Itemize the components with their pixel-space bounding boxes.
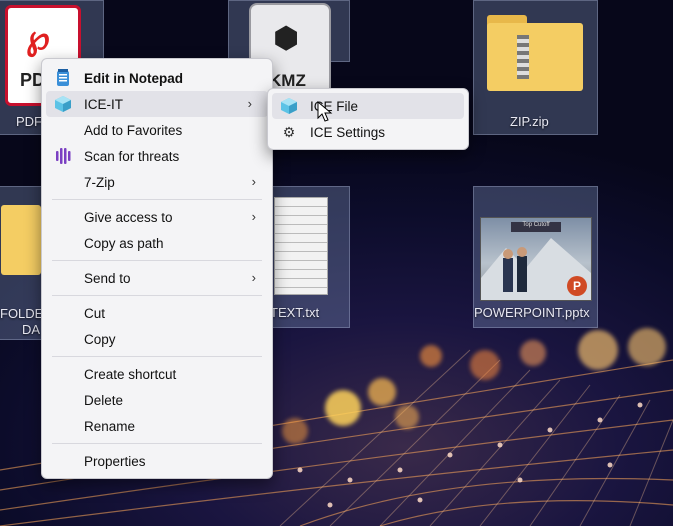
cube-icon: ⬢ xyxy=(273,22,300,55)
ppt-thumbnail: Top Cutoff P xyxy=(480,217,592,301)
chevron-right-icon: › xyxy=(251,270,256,285)
menu-item-label: Edit in Notepad xyxy=(84,70,183,86)
bokeh-light xyxy=(368,378,396,406)
menu-item-label: ICE Settings xyxy=(310,124,386,140)
desktop-icon-label: DA xyxy=(22,322,41,337)
powerpoint-badge-icon: P xyxy=(567,276,587,296)
mouse-cursor-icon xyxy=(317,101,333,122)
bokeh-light xyxy=(520,340,546,366)
menu-item-add-to-favorites[interactable]: Add to Favorites xyxy=(42,117,272,143)
ice-cube-icon xyxy=(280,97,298,115)
menu-separator xyxy=(52,199,262,200)
menu-item-copy[interactable]: Copy xyxy=(42,326,272,352)
menu-item-label: Give access to xyxy=(84,209,173,225)
folder-icon xyxy=(1,205,41,275)
pdf-symbol-icon: ℘ xyxy=(26,19,50,57)
menu-item-label: Delete xyxy=(84,392,124,408)
submenu-item-ice-file[interactable]: ICE File xyxy=(272,93,464,119)
menu-item-label: Send to xyxy=(84,270,131,286)
bokeh-light xyxy=(395,405,419,429)
bokeh-light xyxy=(628,328,666,366)
menu-item-label: 7-Zip xyxy=(84,174,115,190)
menu-item-label: Copy xyxy=(84,331,116,347)
menu-separator xyxy=(52,443,262,444)
menu-item-label: ICE-IT xyxy=(84,96,123,112)
menu-item-label: Scan for threats xyxy=(84,148,180,164)
menu-item-send-to[interactable]: Send to › xyxy=(42,265,272,291)
bokeh-light xyxy=(325,390,361,426)
menu-item-label: Create shortcut xyxy=(84,366,177,382)
chevron-right-icon: › xyxy=(251,209,256,224)
menu-separator xyxy=(52,260,262,261)
desktop-icon-kmz[interactable]: ⬢ KMZ xyxy=(228,0,350,102)
zip-folder-icon xyxy=(487,15,583,91)
menu-item-properties[interactable]: Properties xyxy=(42,448,272,474)
context-menu: Edit in Notepad ICE-IT › Add to Favorite… xyxy=(41,58,273,479)
chevron-right-icon: › xyxy=(251,174,256,189)
ice-it-submenu: ICE File ⚙ ICE Settings xyxy=(267,88,469,150)
desktop-icon-label: POWERPOINT.pptx xyxy=(474,305,590,320)
bokeh-light xyxy=(578,330,618,370)
desktop-icon-label: TEXT.txt xyxy=(270,305,320,320)
menu-item-label: Cut xyxy=(84,305,106,321)
chevron-right-icon: › xyxy=(247,96,252,111)
desktop-icon-label: PDF xyxy=(16,114,42,129)
scan-icon xyxy=(54,147,72,165)
menu-item-cut[interactable]: Cut xyxy=(42,300,272,326)
gear-icon: ⚙ xyxy=(282,123,296,140)
menu-separator xyxy=(52,295,262,296)
ice-cube-icon xyxy=(54,95,72,113)
menu-item-label: Rename xyxy=(84,418,136,434)
menu-item-label: Add to Favorites xyxy=(84,122,183,138)
menu-item-7-zip[interactable]: 7-Zip › xyxy=(42,169,272,195)
menu-item-rename[interactable]: Rename xyxy=(42,413,272,439)
menu-item-give-access-to[interactable]: Give access to › xyxy=(42,204,272,230)
bokeh-light xyxy=(282,418,308,444)
menu-item-scan-for-threats[interactable]: Scan for threats xyxy=(42,143,272,169)
text-file-icon xyxy=(274,197,328,295)
menu-item-edit-in-notepad[interactable]: Edit in Notepad xyxy=(42,65,272,91)
submenu-item-ice-settings[interactable]: ⚙ ICE Settings xyxy=(268,119,468,145)
bokeh-light xyxy=(470,350,500,380)
menu-item-create-shortcut[interactable]: Create shortcut xyxy=(42,361,272,387)
menu-separator xyxy=(52,356,262,357)
menu-item-delete[interactable]: Delete xyxy=(42,387,272,413)
menu-item-ice-it[interactable]: ICE-IT › xyxy=(46,91,268,117)
menu-item-copy-as-path[interactable]: Copy as path xyxy=(42,230,272,256)
desktop-icon-label: ZIP.zip xyxy=(510,114,549,129)
menu-item-label: Copy as path xyxy=(84,235,164,251)
bokeh-light xyxy=(420,345,442,367)
menu-item-label: Properties xyxy=(84,453,146,469)
notepad-icon xyxy=(54,69,72,87)
